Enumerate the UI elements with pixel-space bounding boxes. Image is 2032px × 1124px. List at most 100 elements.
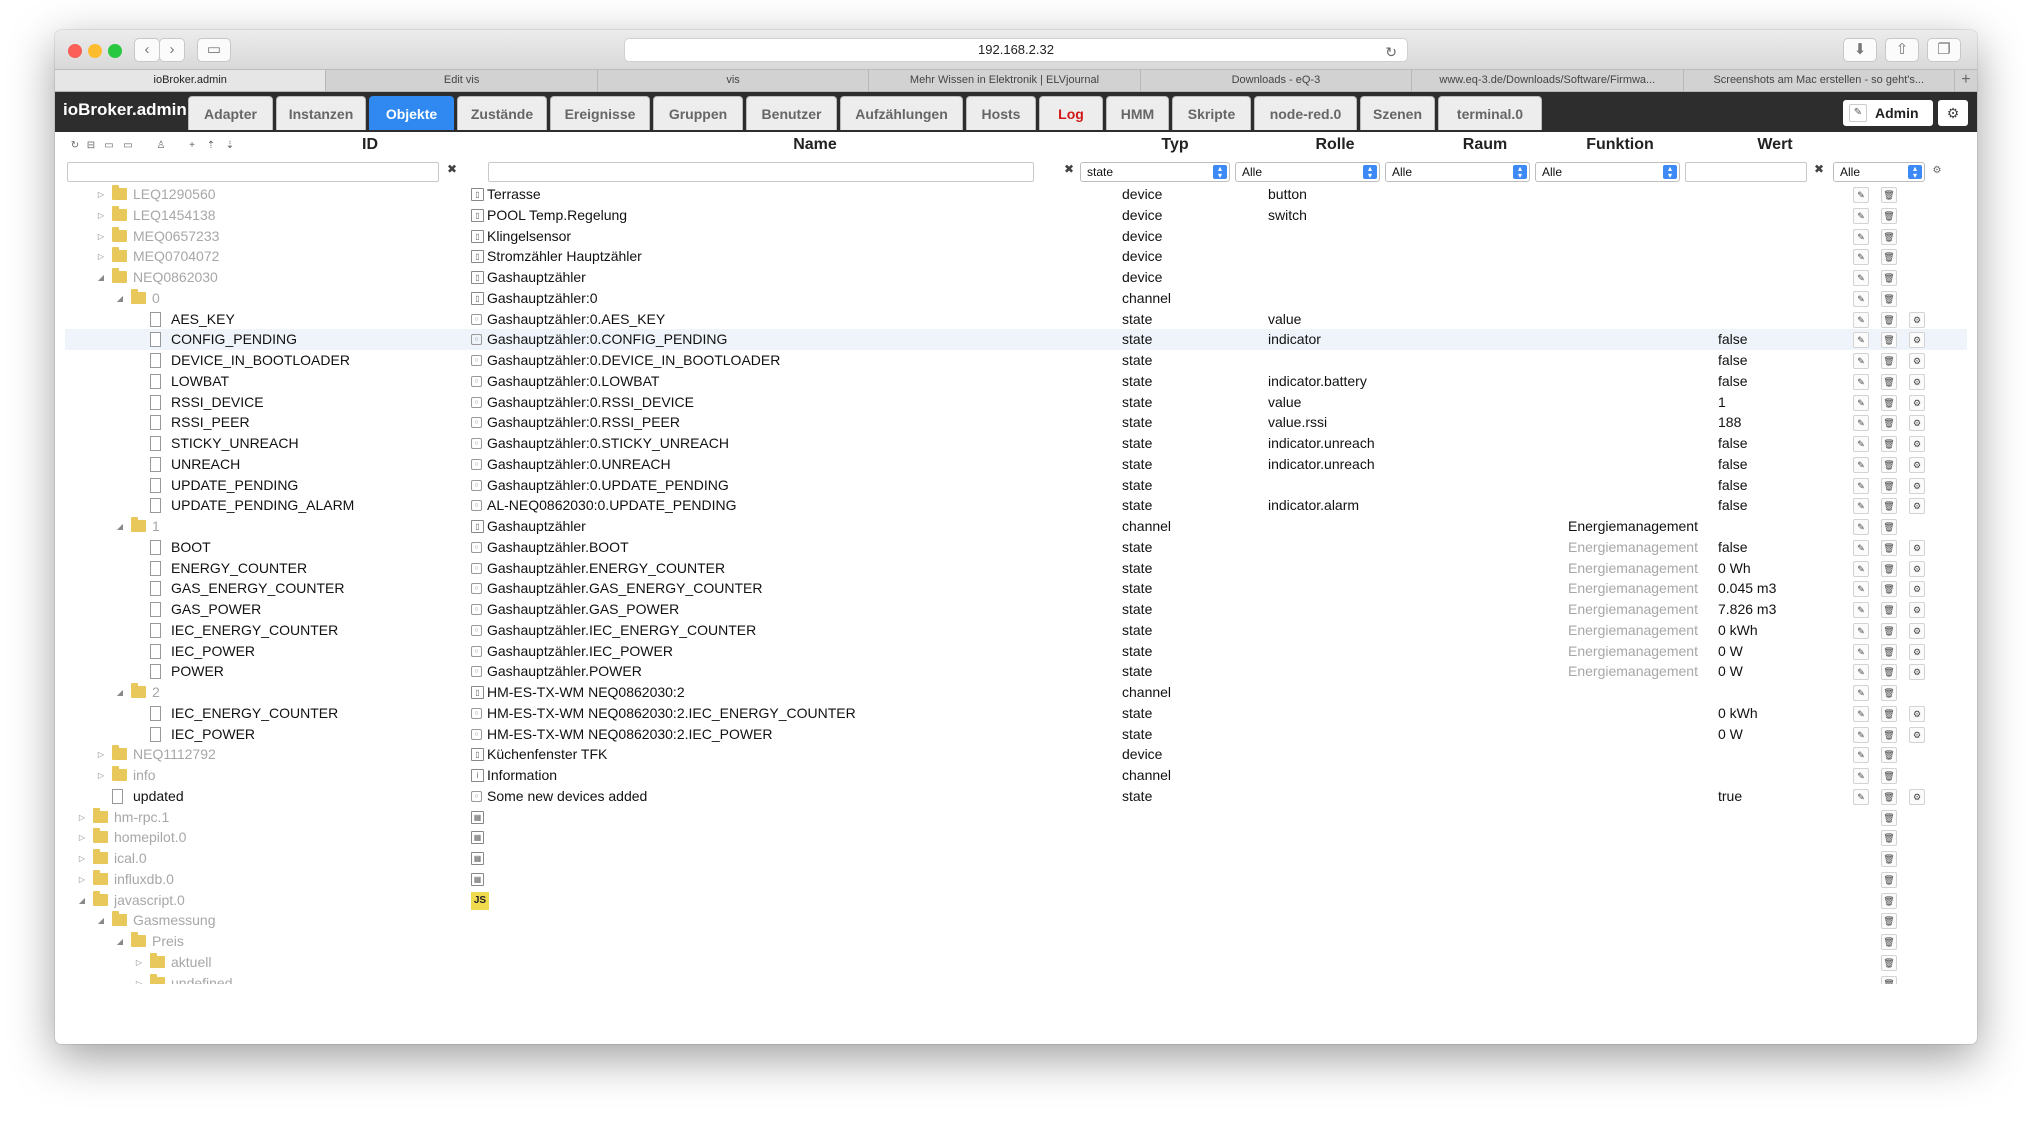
settings-icon[interactable]: ⚙ <box>1909 373 1925 390</box>
new-tab-icon[interactable]: + <box>1955 70 1977 91</box>
edit-icon[interactable]: ✎ <box>1853 768 1869 784</box>
collapse-icon[interactable]: ⊟ <box>85 140 97 152</box>
header-raum[interactable]: Raum <box>1435 136 1535 154</box>
delete-icon[interactable]: 🗑 <box>1881 373 1897 390</box>
upload-icon[interactable]: ⇡ <box>205 140 217 152</box>
reload-icon[interactable]: ↻ <box>1385 41 1397 63</box>
settings-icon[interactable]: ⚙ <box>1909 788 1925 805</box>
downloads-icon[interactable]: ⬇ <box>1843 38 1877 62</box>
delete-icon[interactable]: 🗑 <box>1881 207 1897 224</box>
delete-icon[interactable]: 🗑 <box>1881 705 1897 722</box>
tab-hosts[interactable]: Hosts <box>966 96 1036 130</box>
settings-icon[interactable]: ⚙ <box>1909 436 1925 452</box>
tab-node-red[interactable]: node-red.0 <box>1254 96 1357 130</box>
tab-benutzer[interactable]: Benutzer <box>746 96 837 130</box>
table-row[interactable]: AES_KEY ○ Gashauptzähler:0.AES_KEY state val… <box>65 309 1967 330</box>
collapsed-twisty-icon[interactable]: ▷ <box>96 744 106 765</box>
edit-icon[interactable]: ✎ <box>1853 685 1869 701</box>
user-icon[interactable]: ♙ <box>155 140 167 152</box>
edit-icon[interactable]: ✎ <box>1853 311 1869 328</box>
delete-icon[interactable]: 🗑 <box>1881 187 1897 203</box>
header-rolle[interactable]: Rolle <box>1275 136 1395 154</box>
settings-icon[interactable]: ⚙ <box>1909 477 1925 494</box>
table-row[interactable]: ▷ LEQ1454138 ▯ POOL Temp.Regelung device swit… <box>65 205 1967 226</box>
table-row[interactable]: UPDATE_PENDING_ALARM ○ AL-NEQ0862030:0.UPD… <box>65 495 1967 516</box>
table-row[interactable]: LOWBAT ○ Gashauptzähler:0.LOWBAT state indic… <box>65 371 1967 392</box>
download-icon[interactable]: ⇣ <box>224 140 236 152</box>
table-row[interactable]: UPDATE_PENDING ○ Gashauptzähler:0.UPDATE_P… <box>65 475 1967 496</box>
collapsed-twisty-icon[interactable]: ▷ <box>134 973 144 985</box>
expanded-twisty-icon[interactable]: ◢ <box>96 910 106 931</box>
edit-icon[interactable]: ✎ <box>1853 373 1869 390</box>
tab-log[interactable]: Log <box>1039 96 1103 130</box>
table-row[interactable]: ▷ ical.0 ▦ 🗑 <box>65 848 1967 869</box>
folder-expand-icon[interactable]: ▭ <box>122 140 134 152</box>
edit-icon[interactable]: ✎ <box>1853 519 1869 535</box>
table-row[interactable]: IEC_ENERGY_COUNTER ○ Gashauptzähler.IEC_EN… <box>65 620 1967 641</box>
table-row[interactable]: ▷ homepilot.0 ▦ 🗑 <box>65 827 1967 848</box>
table-row[interactable]: IEC_POWER ○ Gashauptzähler.IEC_POWER state E… <box>65 641 1967 662</box>
table-row[interactable]: ◢ 0 ▯ Gashauptzähler:0 channel ✎ 🗑 <box>65 288 1967 309</box>
edit-icon[interactable]: ✎ <box>1853 228 1869 245</box>
delete-icon[interactable]: 🗑 <box>1881 560 1897 577</box>
edit-icon[interactable]: ✎ <box>1853 705 1869 722</box>
delete-icon[interactable]: 🗑 <box>1881 954 1897 971</box>
table-row[interactable]: ▷ aktuell 🗑 <box>65 952 1967 973</box>
delete-icon[interactable]: 🗑 <box>1881 643 1897 660</box>
tab-objekte[interactable]: Objekte <box>369 96 454 130</box>
table-row[interactable]: ▷ MEQ0657233 ▯ Klingelsensor device ✎ 🗑 <box>65 226 1967 247</box>
delete-icon[interactable]: 🗑 <box>1881 353 1897 369</box>
refresh-icon[interactable]: ↻ <box>69 140 81 152</box>
table-row[interactable]: GAS_ENERGY_COUNTER ○ Gashauptzähler.GAS_EN… <box>65 578 1967 599</box>
table-row[interactable]: ◢ Gasmessung 🗑 <box>65 910 1967 931</box>
back-button[interactable]: ‹ <box>134 38 160 62</box>
settings-icon[interactable]: ⚙ <box>1909 602 1925 618</box>
browser-tab[interactable]: ioBroker.admin <box>55 70 327 91</box>
delete-icon[interactable]: 🗑 <box>1881 913 1897 930</box>
browser-tab[interactable]: Edit vis <box>326 70 598 91</box>
delete-icon[interactable]: 🗑 <box>1881 477 1897 494</box>
collapsed-twisty-icon[interactable]: ▷ <box>77 848 87 869</box>
settings-icon[interactable]: ⚙ <box>1909 643 1925 660</box>
expanded-twisty-icon[interactable]: ◢ <box>115 516 125 537</box>
collapsed-twisty-icon[interactable]: ▷ <box>77 807 87 828</box>
settings-icon[interactable]: ⚙ <box>1909 560 1925 577</box>
table-row[interactable]: ◢ NEQ0862030 ▯ Gashauptzähler device ✎ 🗑 <box>65 267 1967 288</box>
share-icon[interactable]: ⇧ <box>1885 38 1919 62</box>
forward-button[interactable]: › <box>159 38 185 62</box>
edit-icon[interactable]: ✎ <box>1853 353 1869 369</box>
delete-icon[interactable]: 🗑 <box>1881 581 1897 598</box>
edit-icon[interactable]: ✎ <box>1853 602 1869 618</box>
delete-icon[interactable]: 🗑 <box>1881 851 1897 867</box>
minimize-window-button[interactable] <box>88 44 102 58</box>
header-wert[interactable]: Wert <box>1735 136 1815 154</box>
tab-hmm[interactable]: HMM <box>1106 96 1169 130</box>
delete-icon[interactable]: 🗑 <box>1881 436 1897 452</box>
settings-icon[interactable]: ⚙ <box>1909 394 1925 411</box>
last-filter-select[interactable]: Alle ▴ ▾ <box>1833 162 1925 182</box>
delete-icon[interactable]: 🗑 <box>1881 498 1897 515</box>
edit-icon[interactable]: ✎ <box>1853 477 1869 494</box>
delete-icon[interactable]: 🗑 <box>1881 809 1897 826</box>
expanded-twisty-icon[interactable]: ◢ <box>96 267 106 288</box>
settings-icon[interactable]: ⚙ <box>1909 456 1925 473</box>
browser-tab[interactable]: Screenshots am Mac erstellen - so geht's… <box>1684 70 1955 91</box>
header-funktion[interactable]: Funktion <box>1555 136 1685 154</box>
table-row[interactable]: STICKY_UNREACH ○ Gashauptzähler:0.STICKY_U… <box>65 433 1967 454</box>
table-row[interactable]: ENERGY_COUNTER ○ Gashauptzähler.ENERGY_COU… <box>65 558 1967 579</box>
table-row[interactable]: ◢ Preis 🗑 <box>65 931 1967 952</box>
delete-icon[interactable]: 🗑 <box>1881 332 1897 349</box>
expanded-twisty-icon[interactable]: ◢ <box>77 890 87 911</box>
delete-icon[interactable]: 🗑 <box>1881 768 1897 784</box>
edit-icon[interactable]: ✎ <box>1853 187 1869 203</box>
edit-icon[interactable]: ✎ <box>1853 726 1869 743</box>
table-row[interactable]: ◢ 1 ▯ Gashauptzähler channel Energiemanagemen… <box>65 516 1967 537</box>
zoom-window-button[interactable] <box>108 44 122 58</box>
expanded-twisty-icon[interactable]: ◢ <box>115 931 125 952</box>
collapsed-twisty-icon[interactable]: ▷ <box>96 226 106 247</box>
settings-icon[interactable]: ⚙ <box>1909 726 1925 743</box>
edit-icon[interactable]: ✎ <box>1853 415 1869 432</box>
table-row[interactable]: updated ○ Some new devices added state true ✎… <box>65 786 1967 807</box>
id-filter-input[interactable] <box>67 162 439 182</box>
settings-icon[interactable]: ⚙ <box>1909 311 1925 328</box>
